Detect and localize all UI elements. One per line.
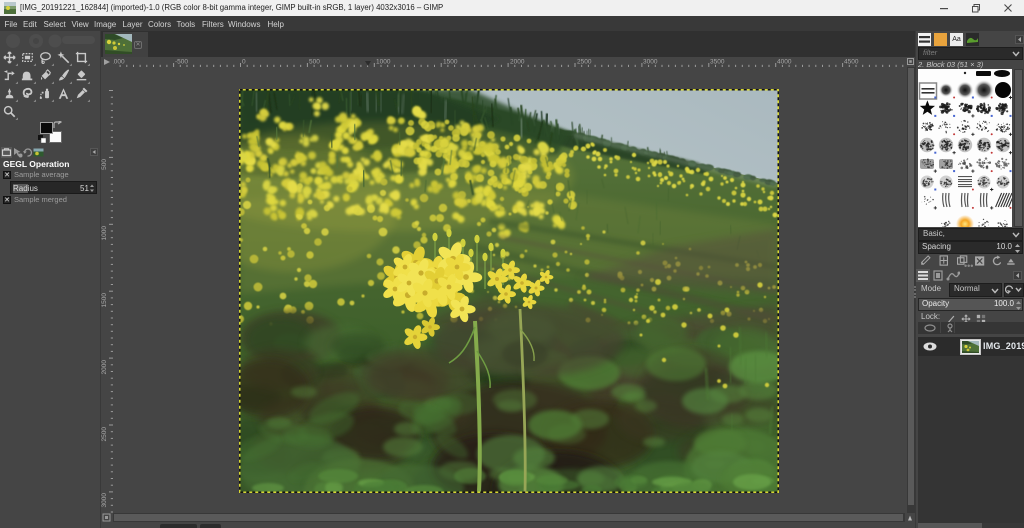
svg-text:1500: 1500 <box>101 293 108 308</box>
svg-text:1000: 1000 <box>376 59 391 66</box>
svg-text:2500: 2500 <box>577 59 592 66</box>
svg-text:4500: 4500 <box>844 59 859 66</box>
svg-text:1000: 1000 <box>101 226 108 241</box>
svg-text:4000: 4000 <box>777 59 792 66</box>
svg-text:-500: -500 <box>175 59 188 66</box>
svg-text:500: 500 <box>309 59 320 66</box>
svg-text:-1000: -1000 <box>113 59 125 66</box>
svg-text:1500: 1500 <box>443 59 458 66</box>
svg-text:2000: 2000 <box>510 59 525 66</box>
svg-text:3000: 3000 <box>643 59 658 66</box>
svg-text:2500: 2500 <box>101 427 108 442</box>
svg-text:3000: 3000 <box>101 493 108 508</box>
svg-text:3500: 3500 <box>710 59 725 66</box>
svg-text:500: 500 <box>101 159 108 170</box>
svg-text:2000: 2000 <box>101 360 108 375</box>
svg-text:0: 0 <box>242 59 246 66</box>
